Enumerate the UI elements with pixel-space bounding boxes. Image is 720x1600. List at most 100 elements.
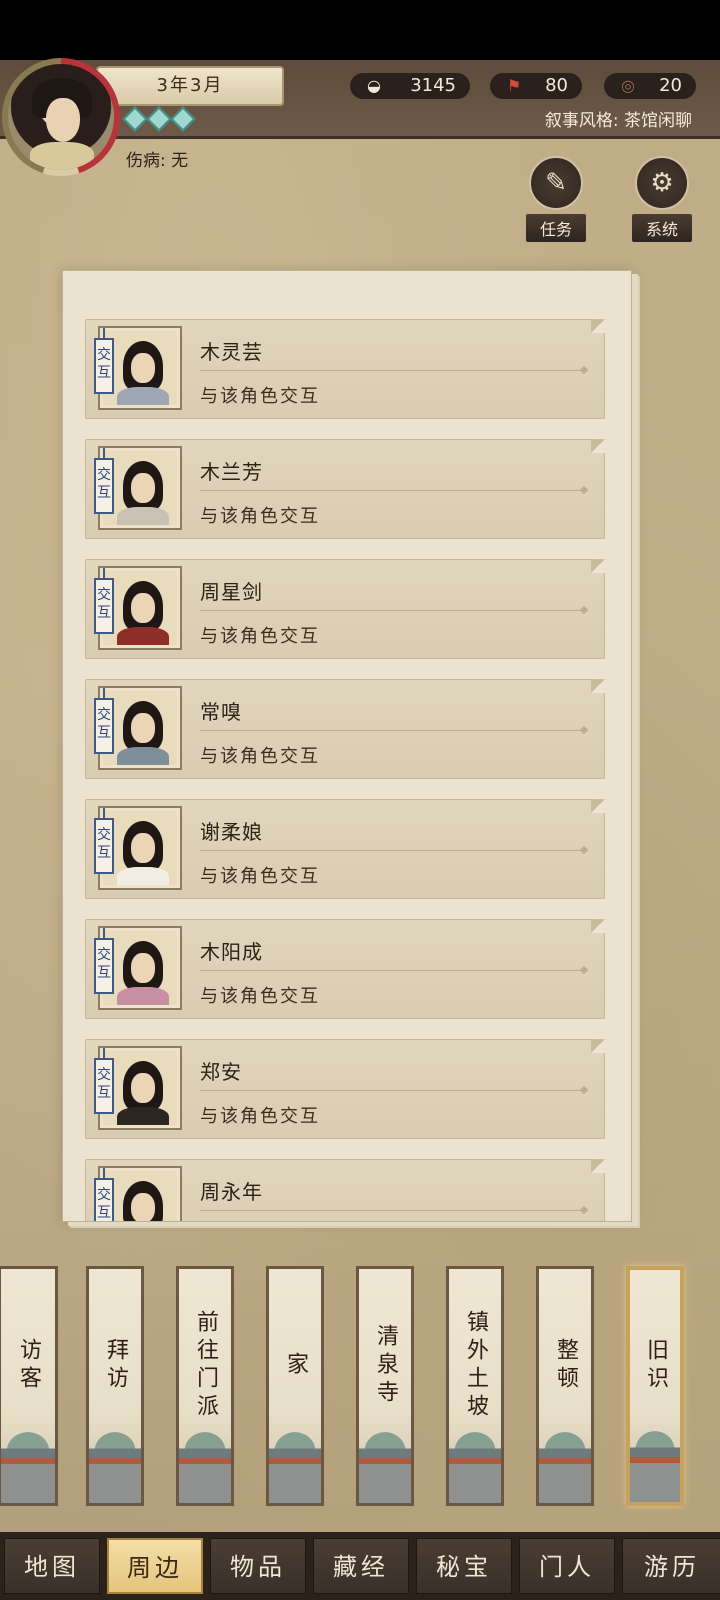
narration-style[interactable]: 叙事风格: 茶馆闲聊	[545, 106, 692, 131]
interact-action[interactable]: 与该角色交互	[200, 622, 320, 648]
interact-action[interactable]: 与该角色交互	[200, 502, 320, 528]
character-card[interactable]: 交互 郑安 与该角色交互	[85, 1039, 605, 1139]
interact-action[interactable]: 与该角色交互	[200, 382, 320, 408]
location-4[interactable]: 家	[266, 1266, 324, 1506]
date-label: 3年3月	[96, 66, 284, 106]
status-diamonds	[122, 106, 196, 132]
character-card[interactable]: 交互 木灵芸与该角色交互	[85, 319, 605, 419]
character-name: 木灵芸	[200, 340, 263, 364]
diamond-icon	[170, 106, 196, 132]
interact-action[interactable]: 与该角色交互	[200, 862, 320, 888]
interact-tag[interactable]: 交互	[94, 328, 114, 394]
tab-4[interactable]: 藏经	[313, 1538, 409, 1594]
character-name: 常嗅	[200, 700, 242, 724]
location-2[interactable]: 拜访	[86, 1266, 144, 1506]
tab-1[interactable]: 地图	[4, 1538, 100, 1594]
interact-tag[interactable]: 交互	[94, 1168, 114, 1221]
location-label: 前往门派	[193, 1310, 218, 1422]
page-fold	[591, 919, 605, 933]
location-label: 镇外土坡	[463, 1310, 488, 1422]
coin-value: 20	[659, 75, 682, 96]
tasks-label: 任务	[526, 214, 586, 242]
character-card[interactable]: 交互 木兰芳 与该角色交互	[85, 439, 605, 539]
location-label: 家	[283, 1352, 308, 1380]
character-portrait: 交互	[94, 446, 182, 530]
diamond-icon	[122, 106, 148, 132]
character-name: 周星剑	[200, 580, 263, 604]
system-button[interactable]: ⚙ 系统	[632, 156, 692, 242]
character-list-panel[interactable]: 交互 木灵芸 与该角色交互 交互 木兰芳 与该角色交互 交互 周星剑 与该角色交互 交互 常嗅 与该角…	[62, 270, 632, 1222]
location-label: 清泉寺	[373, 1324, 398, 1408]
tab-6[interactable]: 门人	[519, 1538, 615, 1594]
interact-tag[interactable]: 交互	[94, 808, 114, 874]
location-8[interactable]: 旧识	[626, 1266, 684, 1506]
banner-value: 80	[545, 75, 568, 96]
injury-value: 无	[171, 151, 189, 171]
interact-tag[interactable]: 交互	[94, 448, 114, 514]
page-fold	[591, 799, 605, 813]
character-portrait: 交互	[94, 806, 182, 890]
character-portrait: 交互	[94, 1166, 182, 1221]
town-illustration	[269, 1425, 321, 1503]
diamond-icon	[146, 106, 172, 132]
resource-coin[interactable]: ◎ 20	[604, 73, 696, 99]
divider-line	[200, 970, 584, 971]
resource-silver[interactable]: ◒ 3145	[350, 73, 470, 99]
location-5[interactable]: 清泉寺	[356, 1266, 414, 1506]
page-fold	[591, 679, 605, 693]
interact-action[interactable]: 与该角色交互	[200, 742, 320, 768]
tasks-button[interactable]: ✎ 任务	[526, 156, 586, 242]
injury-label: 伤病:	[126, 151, 166, 171]
divider-line	[200, 610, 584, 611]
tab-7[interactable]: 游历	[622, 1538, 720, 1594]
interact-action[interactable]: 与该角色交互	[200, 1102, 320, 1128]
town-illustration	[359, 1425, 411, 1503]
town-illustration	[89, 1425, 141, 1503]
silver-ingot-icon: ◒	[367, 76, 381, 95]
character-card[interactable]: 交互 周永年	[85, 1159, 605, 1221]
silver-value: 3145	[410, 75, 456, 96]
character-portrait: 交互	[94, 686, 182, 770]
town-illustration	[449, 1425, 501, 1503]
character-card[interactable]: 交互 谢柔娘与该角色交互	[85, 799, 605, 899]
resource-banner[interactable]: ⚑ 80	[490, 73, 582, 99]
town-illustration	[539, 1425, 591, 1503]
page-fold	[591, 1159, 605, 1173]
coin-token-icon: ◎	[621, 76, 635, 95]
location-3[interactable]: 前往门派	[176, 1266, 234, 1506]
page-fold	[591, 439, 605, 453]
divider-line	[200, 850, 584, 851]
town-illustration	[1, 1425, 55, 1503]
location-1[interactable]: 访客	[0, 1266, 58, 1506]
character-card[interactable]: 交互 常嗅与该角色交互	[85, 679, 605, 779]
interact-action[interactable]: 与该角色交互	[200, 982, 320, 1008]
status-bar	[0, 0, 720, 60]
scroll-icon: ✎	[529, 156, 583, 210]
character-portrait: 交互	[94, 566, 182, 650]
location-label: 整顿	[553, 1338, 578, 1394]
tab-3[interactable]: 物品	[210, 1538, 306, 1594]
narration-label: 叙事风格:	[544, 111, 619, 131]
character-portrait: 交互	[94, 1046, 182, 1130]
divider-line	[200, 370, 584, 371]
character-list: 交互 木灵芸 与该角色交互 交互 木兰芳 与该角色交互 交互 周星剑 与该角色交互 交互 常嗅 与该角…	[63, 271, 631, 1221]
location-6[interactable]: 镇外土坡	[446, 1266, 504, 1506]
interact-tag[interactable]: 交互	[94, 1048, 114, 1114]
character-card[interactable]: 交互 周星剑与该角色交互	[85, 559, 605, 659]
injury-status: 伤病: 无	[126, 146, 188, 171]
tab-5[interactable]: 秘宝	[416, 1538, 512, 1594]
character-name: 谢柔娘	[200, 820, 263, 844]
player-avatar[interactable]	[8, 64, 114, 170]
bottom-tab-bar: 地图 周边 物品 藏经 秘宝 门人 游历	[0, 1532, 720, 1600]
character-portrait: 交互	[94, 926, 182, 1010]
divider-line	[200, 1210, 584, 1211]
location-label: 访客	[16, 1338, 41, 1394]
narration-value: 茶馆闲聊	[624, 111, 692, 131]
interact-tag[interactable]: 交互	[94, 568, 114, 634]
town-illustration	[179, 1425, 231, 1503]
tab-2[interactable]: 周边	[107, 1538, 203, 1594]
interact-tag[interactable]: 交互	[94, 928, 114, 994]
character-card[interactable]: 交互 木阳成 与该角色交互	[85, 919, 605, 1019]
interact-tag[interactable]: 交互	[94, 688, 114, 754]
location-7[interactable]: 整顿	[536, 1266, 594, 1506]
